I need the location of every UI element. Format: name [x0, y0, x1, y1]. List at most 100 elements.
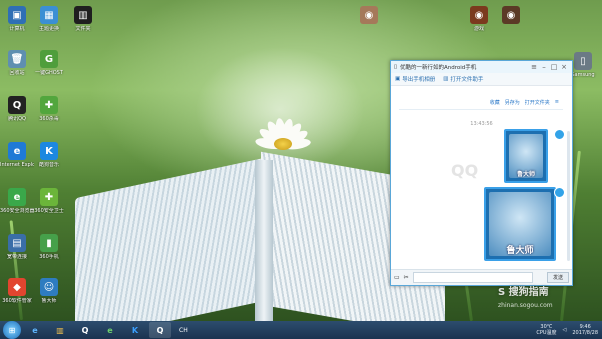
desktop-icon-label: 一键GHOST	[35, 70, 63, 76]
folder-icon: ▥	[74, 6, 92, 24]
360-guard-icon: ✚	[40, 188, 58, 206]
maximize-button[interactable]: □	[549, 63, 559, 71]
qq-taskbar-icon: Q	[81, 325, 89, 335]
desktop-icon-broadband[interactable]: ▤ 宽带连接	[0, 234, 34, 260]
desktop-icon-camera[interactable]: ◉	[352, 6, 386, 24]
desktop-icon-360-phone[interactable]: ▮ 360手机	[32, 234, 66, 260]
desktop-icon-folder[interactable]: ▥ 文件夹	[66, 6, 100, 32]
desktop-icon-label: 360安全卫士	[34, 208, 64, 214]
desktop-icon-ludashi[interactable]: ☺ 鲁大师	[32, 278, 66, 304]
desktop-icon-label: Internet Explorer	[0, 162, 34, 168]
camera-icon: ◉	[360, 6, 378, 24]
360-browser-icon: e	[8, 188, 26, 206]
taskbar-explorer[interactable]: ▥	[49, 322, 71, 338]
album-icon: ▣	[395, 76, 401, 82]
open-file-assistant-button[interactable]: ▥ 打开文件助手	[443, 75, 483, 83]
start-button[interactable]: ⊞	[3, 321, 21, 339]
desktop-icon-label: 回收站	[9, 70, 25, 76]
360-taskbar-icon: e	[107, 325, 113, 335]
taskbar-qq[interactable]: Q	[74, 322, 96, 338]
cpu-temp-label: CPU温度	[536, 330, 557, 336]
explorer-taskbar-icon: ▥	[56, 325, 64, 335]
chat-scrollbar[interactable]	[567, 131, 570, 261]
desktop-icon-label: 腾讯QQ	[8, 116, 26, 122]
desktop-icon-game[interactable]: ◉ 游戏	[462, 6, 496, 32]
kugou-taskbar-icon: K	[131, 325, 139, 335]
daisy-flower-image	[240, 108, 330, 168]
message-input[interactable]	[412, 272, 533, 283]
network-icon: ▤	[8, 234, 26, 252]
clock[interactable]: 9:46 2017/8/28	[572, 324, 598, 336]
kugou-icon: K	[40, 142, 58, 160]
save-link[interactable]: 收藏	[490, 99, 500, 106]
scissors-icon[interactable]: ✂	[404, 274, 409, 281]
more-icon[interactable]: ≡	[555, 99, 559, 106]
minimize-button[interactable]: –	[539, 63, 549, 71]
system-tray: 30℃ CPU温度 ◁ 9:46 2017/8/28	[536, 324, 602, 336]
desktop-icon-theme[interactable]: ▦ 主题更换	[32, 6, 66, 32]
desktop-icon-game-2[interactable]: ◉	[494, 6, 528, 24]
language-indicator[interactable]: CH	[179, 327, 188, 334]
desktop-icon-label: 游戏	[473, 26, 484, 32]
window-title: 优酷的一新行如的Android手机	[400, 65, 477, 71]
sender-avatar[interactable]	[554, 187, 565, 198]
message-timestamp: 13:43:56	[470, 121, 493, 127]
desktop-icon-ie[interactable]: e Internet Explorer	[0, 142, 34, 168]
desktop-icon-360-antivirus[interactable]: ✚ 360杀毒	[32, 96, 66, 122]
send-button[interactable]: 发送	[546, 272, 569, 283]
save-as-link[interactable]: 另存为	[505, 99, 520, 106]
close-button[interactable]: ×	[559, 63, 569, 71]
taskbar-360[interactable]: e	[99, 322, 121, 338]
desktop-icon-label: 360安全浏览器	[0, 208, 34, 214]
window-toolbar: ▣ 导出手机相册 ▥ 打开文件助手	[391, 73, 572, 86]
image-message[interactable]: 鲁大师	[484, 187, 556, 261]
desktop-icon-label: 文件夹	[75, 26, 91, 32]
desktop-icon-label: 鲁大师	[41, 298, 57, 304]
qq-chat-taskbar-icon: Q	[156, 325, 164, 335]
sender-avatar[interactable]	[554, 129, 565, 140]
computer-icon: ▣	[8, 6, 26, 24]
folder-icon[interactable]: ▭	[394, 274, 400, 281]
desktop-icon-label: 主题更换	[38, 26, 59, 32]
start-icon: ⊞	[8, 325, 16, 335]
menu-button[interactable]: ≡	[529, 63, 539, 71]
taskbar: ⊞ e ▥ Q e K Q CH 30℃ CPU温度 ◁ 9:46 2017/8…	[0, 321, 602, 339]
theme-icon: ▦	[40, 6, 58, 24]
ie-taskbar-icon: e	[32, 325, 38, 335]
export-album-label: 导出手机相册	[402, 77, 436, 83]
ghost-icon: G	[40, 50, 58, 68]
desktop-icon-kugou[interactable]: K 酷狗音乐	[32, 142, 66, 168]
desktop-icon-label: 360手机	[39, 254, 59, 260]
taskbar-kugou[interactable]: K	[124, 322, 146, 338]
cpu-temp-widget[interactable]: 30℃ CPU温度	[536, 324, 556, 336]
qq-file-transfer-window[interactable]: ▯ 优酷的一新行如的Android手机 ≡ – □ × ▣ 导出手机相册 ▥ 打…	[390, 60, 573, 286]
folder-icon: ▥	[443, 76, 449, 82]
taskbar-qq-chat[interactable]: Q	[149, 322, 171, 338]
open-file-assistant-label: 打开文件助手	[450, 77, 484, 83]
export-album-button[interactable]: ▣ 导出手机相册	[395, 75, 435, 83]
phone-icon: ▯	[394, 64, 398, 70]
recycle-bin-icon: 🗑	[8, 50, 26, 68]
image-message[interactable]: 鲁大师	[504, 129, 548, 183]
ludashi-icon: ☺	[40, 278, 58, 296]
taskbar-ie[interactable]: e	[24, 322, 46, 338]
360-phone-icon: ▮	[40, 234, 58, 252]
desktop-icon-recycle-bin[interactable]: 🗑 回收站	[0, 50, 34, 76]
qq-watermark: QQ	[451, 161, 479, 180]
volume-icon[interactable]: ◁	[563, 327, 567, 333]
desktop-icon-360-browser[interactable]: e 360安全浏览器	[0, 188, 34, 214]
phone-app-icon: ▯	[574, 52, 592, 70]
desktop-icon-360-software[interactable]: ◆ 360软件管家	[0, 278, 34, 304]
desktop: ▣ 计算机 🗑 回收站 Q 腾讯QQ e Internet Explorer e…	[0, 0, 602, 321]
window-titlebar[interactable]: ▯ 优酷的一新行如的Android手机 ≡ – □ ×	[391, 61, 572, 73]
desktop-icon-ghost[interactable]: G 一键GHOST	[32, 50, 66, 76]
image-caption: 鲁大师	[516, 171, 535, 178]
sogou-watermark: S 搜狗指南	[498, 287, 549, 298]
desktop-icon-computer[interactable]: ▣ 计算机	[0, 6, 34, 32]
game-icon: ◉	[502, 6, 520, 24]
desktop-icon-360-guard[interactable]: ✚ 360安全卫士	[32, 188, 66, 214]
desktop-icon-qq[interactable]: Q 腾讯QQ	[0, 96, 34, 122]
360-manager-icon: ◆	[8, 278, 26, 296]
open-folder-link[interactable]: 打开文件夹	[525, 99, 550, 106]
ie-icon: e	[8, 142, 26, 160]
